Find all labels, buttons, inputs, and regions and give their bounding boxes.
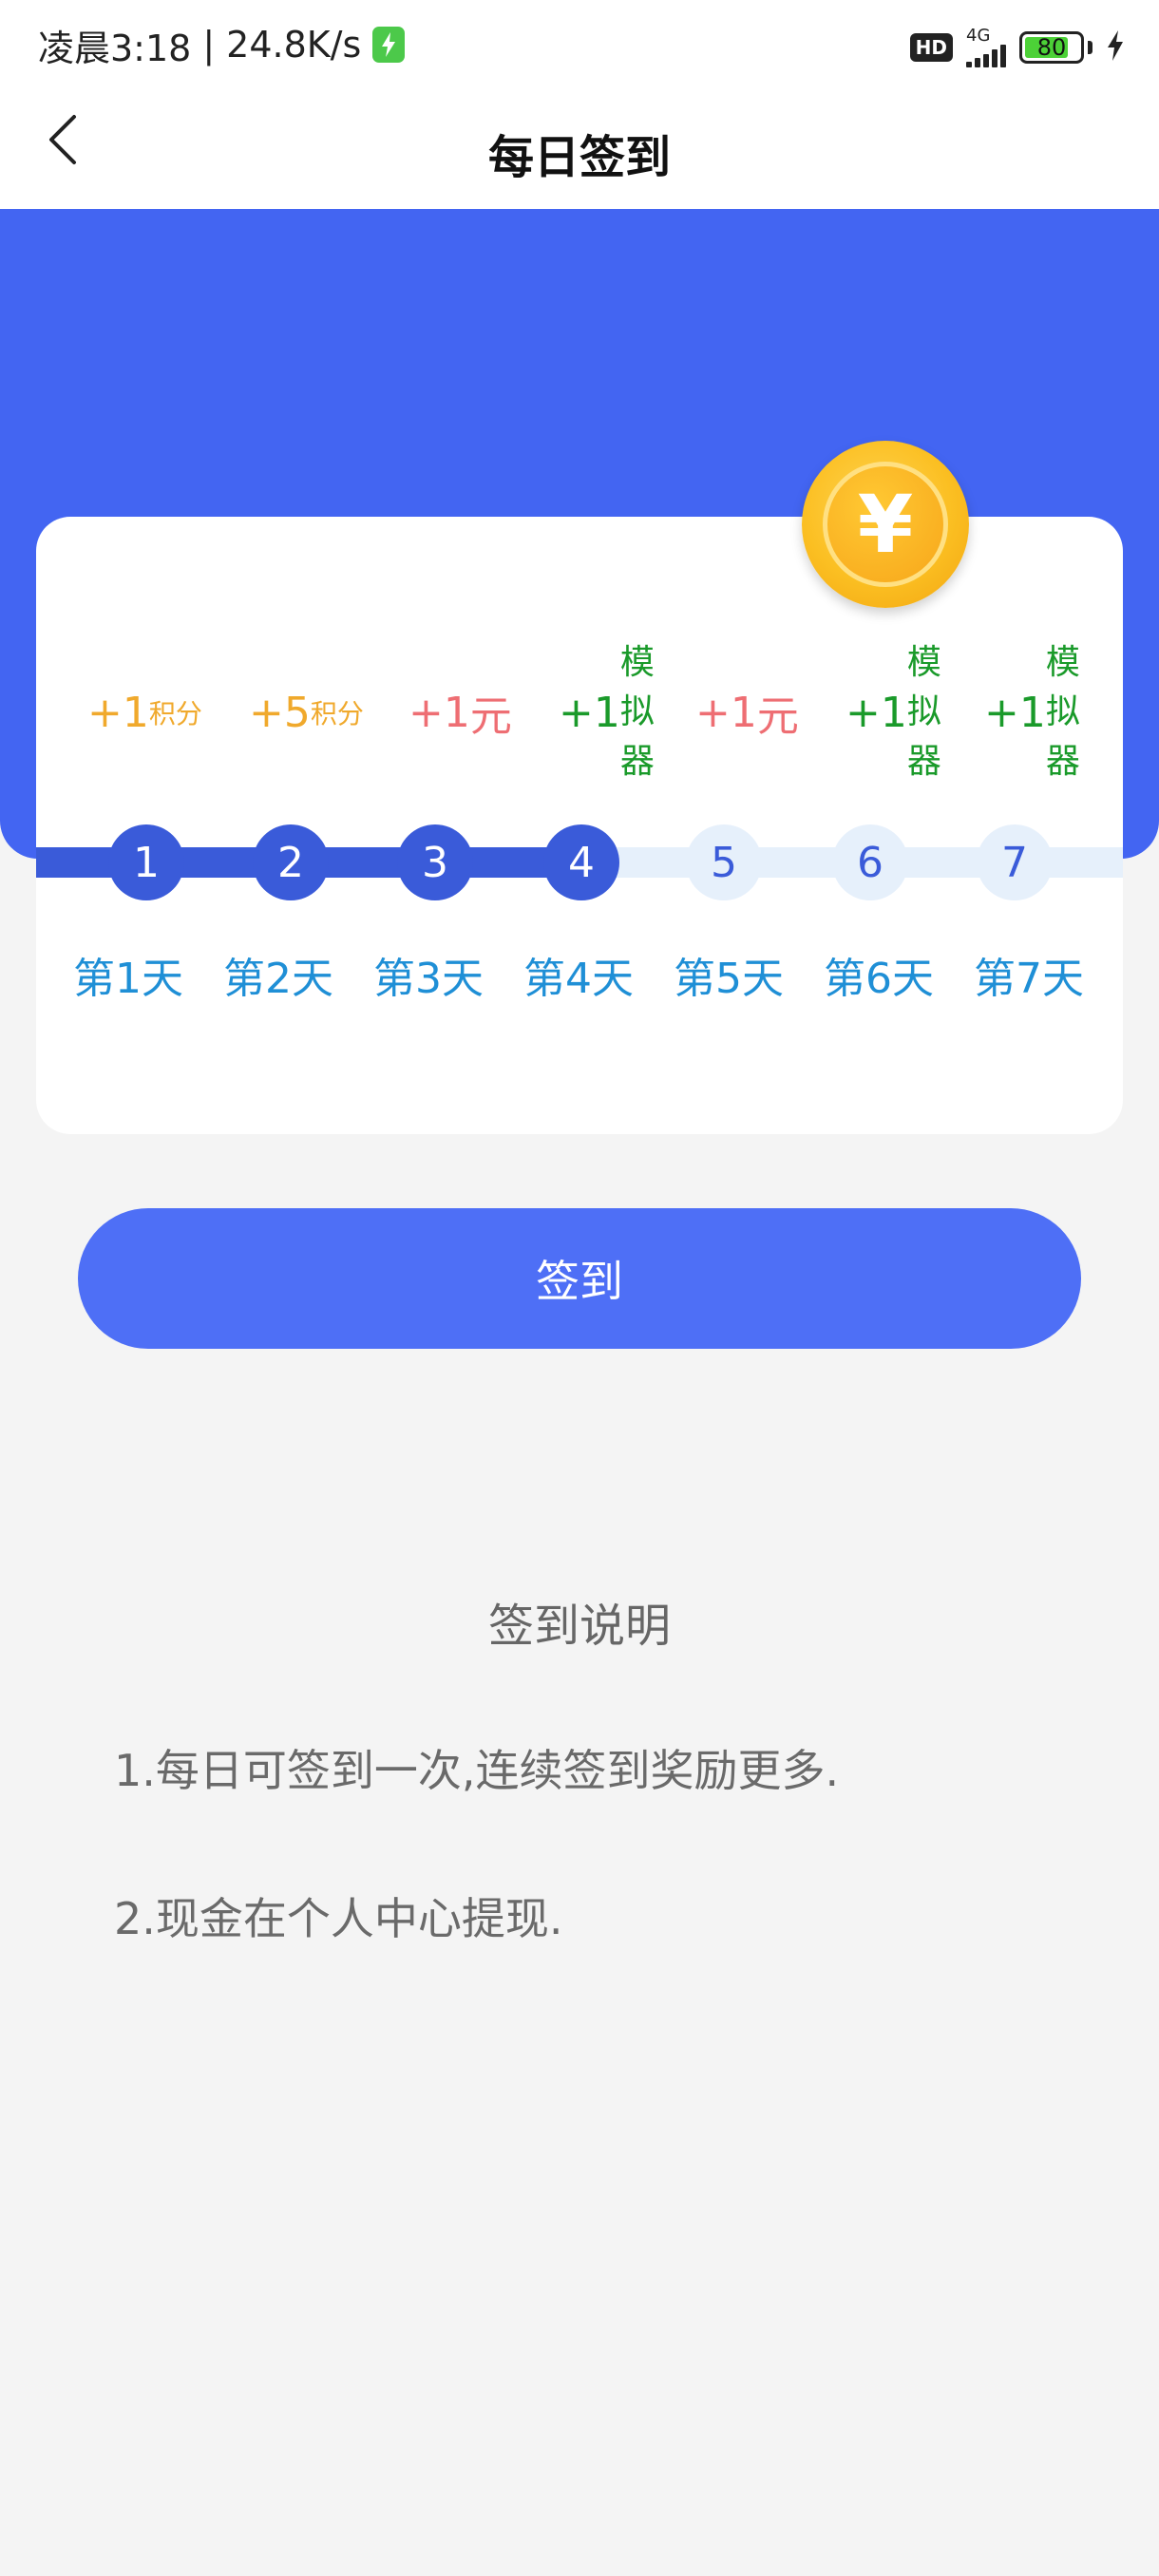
yuan-symbol: ¥ (857, 478, 914, 571)
charging-bolt-icon (1106, 30, 1125, 65)
unit-char: 器 (619, 742, 655, 781)
coin-icon: ¥ (802, 441, 969, 608)
battery-cap (1088, 41, 1092, 54)
screen: 凌晨3:18 | 24.8K/s HD 4G 80 每日签到 ¥ +1 积分 +… (0, 0, 1159, 2576)
day-label-6: 第6天 (824, 955, 934, 1003)
day-marker-5: 5 (686, 824, 762, 900)
reward-day-7: +1 模 拟 器 (984, 636, 1080, 788)
network-type: 4G (966, 26, 991, 46)
status-right: HD 4G 80 (909, 27, 1125, 68)
day-label-7: 第7天 (974, 955, 1084, 1003)
status-network-speed: 24.8K/s (226, 24, 362, 66)
nav-bar: 每日签到 (0, 87, 1159, 209)
day-marker-1: 1 (108, 824, 184, 900)
day-label-4: 第4天 (523, 955, 634, 1003)
reward-amount: +1 (408, 688, 470, 737)
reward-amount: +1 (695, 688, 757, 737)
rewards-row: +1 积分 +5 积分 +1 元 +1 模 拟 器 +1 元 +1 模 拟 器 … (36, 636, 1123, 788)
day-label-2: 第2天 (223, 955, 333, 1003)
day-marker-7: 7 (977, 824, 1053, 900)
network-indicator: 4G (966, 28, 1006, 67)
status-left: 凌晨3:18 | 24.8K/s (38, 23, 406, 69)
page-title: 每日签到 (487, 131, 671, 184)
rule-item-2: 2.现金在个人中心提现. (114, 1893, 563, 1944)
unit-char: 拟 (1045, 692, 1080, 731)
status-bar: 凌晨3:18 | 24.8K/s HD 4G 80 (0, 0, 1159, 87)
reward-day-5: +1 元 (695, 636, 799, 788)
reward-amount: +1 (846, 688, 907, 737)
reward-unit: 积分 (310, 698, 364, 729)
battery-icon: 80 (1019, 31, 1084, 64)
charging-app-icon (372, 27, 406, 63)
day-marker-3: 3 (397, 824, 473, 900)
day-marker-2: 2 (253, 824, 329, 900)
signal-strength-icon (966, 45, 1006, 67)
unit-char: 拟 (619, 692, 655, 731)
unit-char: 拟 (906, 692, 941, 731)
unit-char: 模 (619, 643, 655, 682)
reward-amount: +1 (87, 688, 149, 737)
reward-day-3: +1 元 (408, 636, 512, 788)
reward-unit: 模 拟 器 (1046, 638, 1080, 786)
day-label-3: 第3天 (373, 955, 484, 1003)
battery-percent: 80 (1036, 34, 1067, 61)
reward-day-2: +5 积分 (249, 636, 364, 788)
unit-char: 模 (906, 643, 941, 682)
day-label-5: 第5天 (674, 955, 784, 1003)
day-marker-4: 4 (543, 824, 619, 900)
unit-char: 模 (1045, 643, 1080, 682)
rules-title: 签到说明 (487, 1600, 671, 1653)
reward-unit: 元 (756, 692, 799, 741)
reward-day-1: +1 积分 (87, 636, 202, 788)
hd-icon: HD (909, 33, 953, 62)
reward-day-6: +1 模 拟 器 (846, 636, 941, 788)
reward-unit: 模 拟 器 (907, 638, 941, 786)
rule-item-1: 1.每日可签到一次,连续签到奖励更多. (114, 1745, 840, 1796)
unit-char: 器 (906, 742, 941, 781)
reward-unit: 模 拟 器 (620, 638, 655, 786)
status-separator: | (202, 24, 216, 66)
day-label-1: 第1天 (73, 955, 183, 1003)
reward-day-4: +1 模 拟 器 (559, 636, 655, 788)
reward-amount: +1 (559, 688, 620, 737)
status-time: 凌晨3:18 (38, 27, 192, 69)
day-marker-6: 6 (832, 824, 908, 900)
signin-button[interactable]: 签到 (78, 1208, 1081, 1349)
coin-inner: ¥ (823, 462, 948, 587)
reward-amount: +1 (984, 688, 1046, 737)
day-labels: 第1天 第2天 第3天 第4天 第5天 第6天 第7天 (36, 944, 1123, 1011)
reward-amount: +5 (249, 688, 311, 737)
reward-unit: 元 (469, 692, 512, 741)
reward-unit: 积分 (148, 698, 202, 729)
unit-char: 器 (1045, 742, 1080, 781)
